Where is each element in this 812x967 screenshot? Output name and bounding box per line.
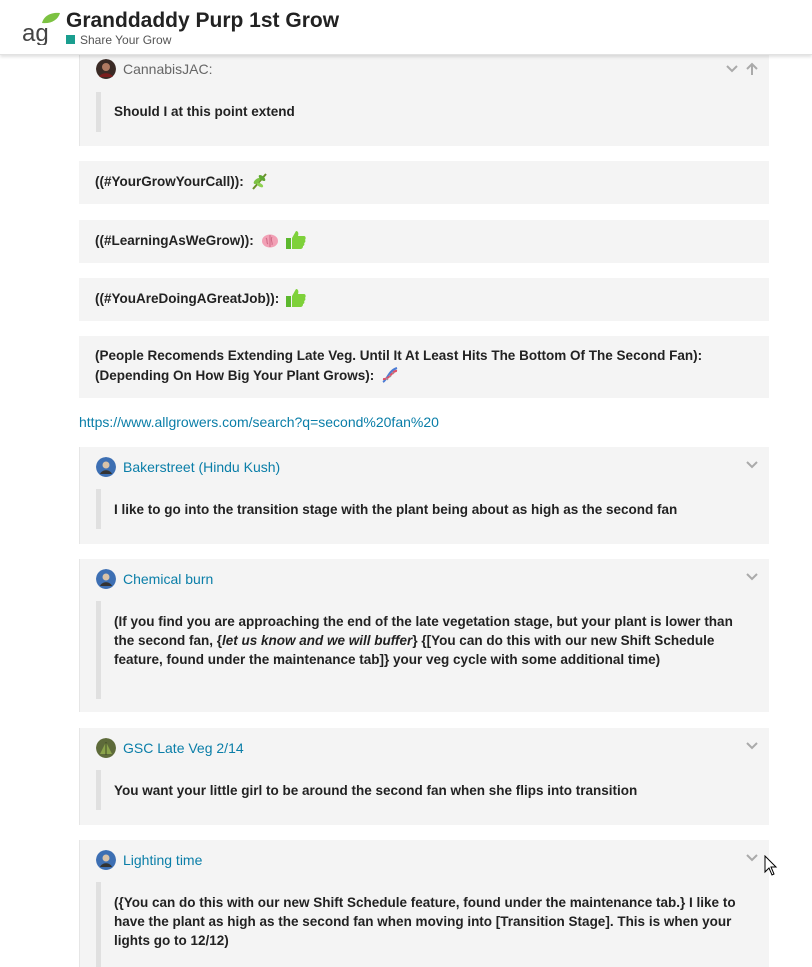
quote-author[interactable]: CannabisJAC: xyxy=(123,61,213,77)
chevron-down-icon[interactable] xyxy=(725,62,739,76)
quote-header: Bakerstreet (Hindu Kush) xyxy=(96,457,280,477)
quote-lighting-time: Lighting time ({You can do this with our… xyxy=(79,840,769,967)
recommendation-box: (People Recomends Extending Late Veg. Un… xyxy=(79,336,769,398)
quote-text-emphasis: let us know and we will buffer xyxy=(222,633,413,648)
quote-body: Should I at this point extend xyxy=(96,92,757,132)
thumbs-up-icon xyxy=(285,230,307,255)
quote-controls xyxy=(745,739,759,753)
quote-header: GSC Late Veg 2/14 xyxy=(96,738,244,758)
quote-author[interactable]: GSC Late Veg 2/14 xyxy=(123,740,244,756)
quote-chemical-burn: Chemical burn (If you find you are appro… xyxy=(79,559,769,712)
avatar[interactable] xyxy=(96,59,116,79)
quote-bakerstreet: Bakerstreet (Hindu Kush) I like to go in… xyxy=(79,447,769,544)
quote-author[interactable]: Bakerstreet (Hindu Kush) xyxy=(123,459,280,475)
quote-body: ({You can do this with our new Shift Sch… xyxy=(96,882,757,967)
arrow-up-icon[interactable] xyxy=(745,62,759,76)
category-badge[interactable]: Share Your Grow xyxy=(66,33,171,47)
quote-gsc-late-veg: GSC Late Veg 2/14 You want your little g… xyxy=(79,728,769,825)
chevron-down-icon[interactable] xyxy=(745,851,759,865)
recommendation-line-2: (Depending On How Big Your Plant Grows): xyxy=(95,365,753,390)
hashtag-text: ((#YourGrowYourCall)): xyxy=(95,174,244,189)
category-color-square xyxy=(66,35,75,44)
avatar[interactable] xyxy=(96,569,116,589)
quote-author[interactable]: Chemical burn xyxy=(123,571,213,587)
allgrowers-logo[interactable]: ag xyxy=(20,11,62,45)
dna-icon xyxy=(380,365,400,390)
avatar[interactable] xyxy=(96,850,116,870)
herb-icon xyxy=(250,171,270,196)
quote-body: (If you find you are approaching the end… xyxy=(96,601,757,699)
chevron-down-icon[interactable] xyxy=(745,458,759,472)
hashtag-text: ((#YouAreDoingAGreatJob)): xyxy=(95,291,280,306)
category-label: Share Your Grow xyxy=(80,33,172,47)
thumbs-up-icon xyxy=(285,288,307,313)
quote-controls xyxy=(725,62,759,76)
recommendation-line-2-text: (Depending On How Big Your Plant Grows): xyxy=(95,368,375,383)
search-link[interactable]: https://www.allgrowers.com/search?q=seco… xyxy=(79,414,439,430)
recommendation-line-1: (People Recomends Extending Late Veg. Un… xyxy=(95,348,703,363)
quote-controls xyxy=(745,458,759,472)
quote-header: Chemical burn xyxy=(96,569,213,589)
avatar[interactable] xyxy=(96,738,116,758)
hashtag-text: ((#LearningAsWeGrow)): xyxy=(95,233,254,248)
avatar[interactable] xyxy=(96,457,116,477)
brain-icon xyxy=(260,230,280,255)
chevron-down-icon[interactable] xyxy=(745,739,759,753)
mouse-cursor-icon xyxy=(764,855,778,876)
quote-body: I like to go into the transition stage w… xyxy=(96,489,757,529)
quote-header: Lighting time xyxy=(96,850,202,870)
quote-controls xyxy=(745,570,759,584)
quote-body: You want your little girl to be around t… xyxy=(96,770,757,810)
quote-header: CannabisJAC: xyxy=(96,59,213,79)
quote-author[interactable]: Lighting time xyxy=(123,852,202,868)
svg-text:ag: ag xyxy=(22,20,49,45)
topic-title[interactable]: Granddaddy Purp 1st Grow xyxy=(66,9,339,33)
quote-cannabisjac: CannabisJAC: Should I at this point exte… xyxy=(79,55,769,146)
hashtag-line-great-job: ((#YouAreDoingAGreatJob)): xyxy=(79,278,769,321)
hashtag-line-your-grow: ((#YourGrowYourCall)): xyxy=(79,161,769,204)
topic-header: ag Granddaddy Purp 1st Grow Share Your G… xyxy=(0,0,812,55)
quote-controls xyxy=(745,851,759,865)
hashtag-line-learning: ((#LearningAsWeGrow)): xyxy=(79,220,769,263)
chevron-down-icon[interactable] xyxy=(745,570,759,584)
